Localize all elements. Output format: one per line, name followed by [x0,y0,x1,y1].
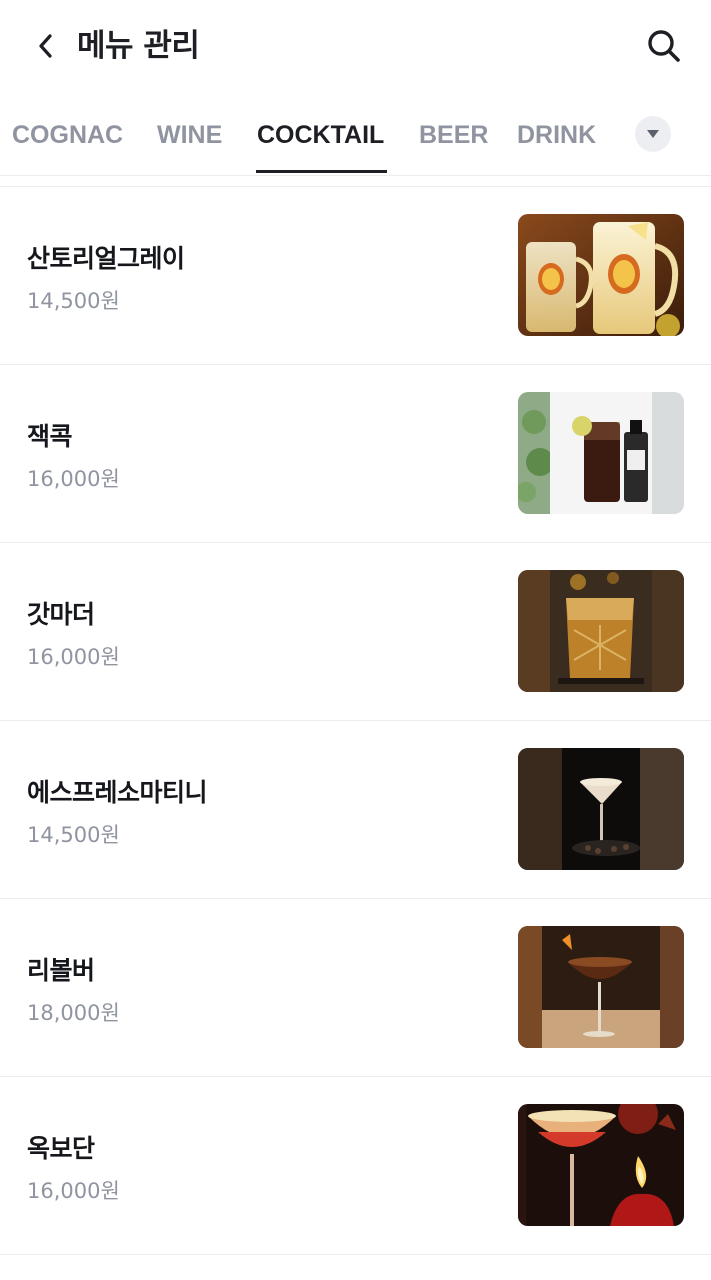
menu-item[interactable]: 잭콕 16,000원 [0,365,711,543]
tab-cocktail[interactable]: COCKTAIL [257,96,384,174]
tab-wine[interactable]: WINE [157,96,222,174]
menu-list: 산토리얼그레이 14,500원 잭콕 16,000원 갓마더 16,000원 에… [0,186,711,1255]
menu-item-name: 산토리얼그레이 [27,244,185,273]
menu-item-name: 갓마더 [27,600,95,629]
tab-cognac[interactable]: COGNAC [12,96,123,174]
category-tabs: COGNAC WINE COCKTAIL BEER DRINK [0,96,711,176]
menu-item[interactable]: 갓마더 16,000원 [0,543,711,721]
menu-item[interactable]: 옥보단 16,000원 [0,1077,711,1255]
highball-mugs-photo [518,214,684,336]
margarita-candle-photo [518,1104,684,1226]
tab-beer[interactable]: BEER [419,96,488,174]
rocks-glass-photo [518,570,684,692]
menu-item-name: 잭콕 [27,422,73,451]
top-app-bar: 메뉴 관리 [0,0,711,92]
espresso-martini-photo [518,748,684,870]
menu-item-name: 옥보단 [27,1134,95,1163]
caret-down-icon [647,130,659,138]
active-tab-indicator [256,170,387,173]
menu-item-price: 18,000원 [27,1001,120,1025]
page-title: 메뉴 관리 [77,28,200,64]
menu-item-price: 14,500원 [27,289,120,313]
menu-item-name: 에스프레소마티니 [27,778,208,807]
menu-item-price: 16,000원 [27,467,120,491]
back-button[interactable] [26,24,66,68]
menu-item-price: 16,000원 [27,1179,120,1203]
menu-item-name: 리볼버 [27,956,95,985]
menu-item[interactable]: 리볼버 18,000원 [0,899,711,1077]
menu-item-price: 14,500원 [27,823,120,847]
more-categories-button[interactable] [635,116,671,152]
search-icon [648,30,680,62]
coupe-cocktail-photo [518,926,684,1048]
chevron-left-icon [39,34,52,58]
jack-coke-photo [518,392,684,514]
menu-item[interactable]: 산토리얼그레이 14,500원 [0,187,711,365]
menu-item-price: 16,000원 [27,645,120,669]
tab-drink[interactable]: DRINK [517,96,596,174]
menu-item[interactable]: 에스프레소마티니 14,500원 [0,721,711,899]
search-button[interactable] [640,22,688,70]
